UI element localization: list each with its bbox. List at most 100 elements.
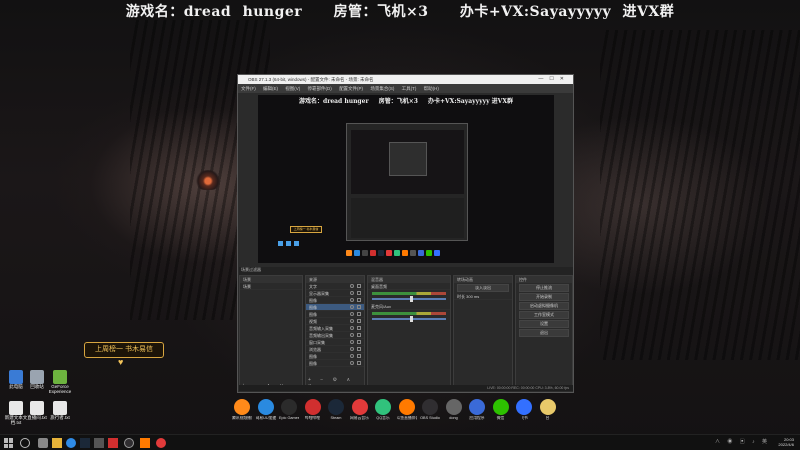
lock-icon[interactable] [357, 284, 361, 288]
visibility-eye-icon[interactable] [350, 340, 354, 344]
app-taskbar-icon[interactable] [140, 438, 150, 448]
app-shortcut[interactable]: 网易云音乐 [350, 399, 370, 421]
menu-help[interactable]: 帮助(H) [424, 86, 439, 91]
visibility-eye-icon[interactable] [350, 284, 354, 288]
headline-game: 游戏名：dread hunger [125, 4, 303, 20]
lock-icon[interactable] [357, 312, 361, 316]
lock-icon[interactable] [357, 319, 361, 323]
duration-value[interactable]: 300 ms [466, 294, 479, 299]
system-tray[interactable]: ∧ ◉ ▣ ♪ 英 [715, 438, 770, 445]
visibility-eye-icon[interactable] [350, 319, 354, 323]
lock-icon[interactable] [357, 361, 361, 365]
transition-type-select[interactable]: 淡入淡出 [457, 284, 509, 292]
source-item[interactable]: 图像 [306, 297, 364, 304]
menu-profile[interactable]: 配置文件(P) [339, 86, 363, 91]
app-shortcut[interactable]: Epic Games Launcher [279, 399, 299, 420]
app-shortcut[interactable]: 网易UU加速器 [256, 399, 276, 421]
visibility-eye-icon[interactable] [350, 305, 354, 309]
taskbar-clock[interactable]: 20:03 2022/4/6 [778, 437, 794, 447]
menu-view[interactable]: 视图(V) [285, 86, 300, 91]
visibility-eye-icon[interactable] [350, 347, 354, 351]
slider-handle[interactable] [410, 296, 413, 302]
duration-label: 时长 [457, 294, 465, 299]
lock-icon[interactable] [357, 354, 361, 358]
scene-item[interactable]: 场景 [240, 283, 302, 290]
desktop-icon-label: 回收站 [30, 384, 44, 389]
virtual-camera-button[interactable]: 启动虚拟摄像机 [519, 302, 569, 310]
desktop-icon-file[interactable]: 旅行者.txt [47, 401, 73, 421]
app-shortcut[interactable]: OBS Studio [420, 399, 440, 420]
source-item[interactable]: 文字 [306, 283, 364, 290]
app-shortcut[interactable]: 斗鱼直播伴侣 [397, 399, 417, 421]
maximize-icon[interactable]: ☐ [549, 76, 559, 82]
lock-icon[interactable] [357, 291, 361, 295]
lock-icon[interactable] [357, 340, 361, 344]
app-taskbar-icon[interactable] [94, 438, 104, 448]
source-item[interactable]: 显示器采集 [306, 290, 364, 297]
source-item[interactable]: 浏览器 [306, 346, 364, 353]
transition-duration[interactable]: 时长 300 ms [454, 293, 512, 300]
minimize-icon[interactable]: — [538, 76, 549, 82]
source-item[interactable]: 图像 [306, 304, 364, 311]
app-shortcut[interactable]: Steam [326, 399, 346, 420]
obs-taskbar-icon[interactable] [124, 438, 134, 448]
file-explorer-icon[interactable] [52, 438, 62, 448]
app-taskbar-icon[interactable] [156, 438, 166, 448]
obs-titlebar[interactable]: OBS 27.1.3 (64-bit, windows) - 配置文件: 未命名… [238, 75, 573, 84]
app-shortcut[interactable]: 微信 [491, 399, 511, 421]
source-item[interactable]: 图像 [306, 353, 364, 360]
app-shortcut[interactable]: 哔哩哔哩 [303, 399, 323, 421]
app-shortcut[interactable]: 飞书 [514, 399, 534, 421]
stop-streaming-button[interactable]: 停止推流 [519, 284, 569, 292]
menu-edit[interactable]: 编辑(E) [263, 86, 278, 91]
start-recording-button[interactable]: 开始录制 [519, 293, 569, 301]
app-shortcut[interactable]: 腾讯视频播放 [232, 399, 252, 421]
lock-icon[interactable] [357, 326, 361, 330]
visibility-eye-icon[interactable] [350, 354, 354, 358]
lock-icon[interactable] [357, 333, 361, 337]
close-icon[interactable]: ✕ [560, 76, 570, 82]
visibility-eye-icon[interactable] [350, 312, 354, 316]
app-shortcut[interactable]: QQ音乐 [373, 399, 393, 421]
task-view-icon[interactable] [38, 438, 48, 448]
source-item[interactable]: 音频输出采集 [306, 332, 364, 339]
visibility-eye-icon[interactable] [350, 361, 354, 365]
source-item[interactable]: 视频 [306, 318, 364, 325]
lock-icon[interactable] [357, 298, 361, 302]
app-shortcut[interactable]: 应用程序 [467, 399, 487, 421]
source-item[interactable]: 图像 [306, 360, 364, 367]
visibility-eye-icon[interactable] [350, 333, 354, 337]
obs-preview[interactable]: 游戏名：dread hunger 房管：飞机×3 办卡+VX:Sayayyyyy… [258, 95, 554, 263]
visibility-eye-icon[interactable] [350, 326, 354, 330]
menu-file[interactable]: 文件(F) [241, 86, 256, 91]
app-taskbar-icon[interactable] [108, 438, 118, 448]
steam-taskbar-icon[interactable] [80, 438, 90, 448]
windows-start-icon[interactable] [4, 438, 14, 448]
visibility-eye-icon[interactable] [350, 298, 354, 302]
menu-docks[interactable]: 停靠部件(D) [308, 86, 332, 91]
menu-tools[interactable]: 工具(T) [402, 86, 417, 91]
lock-icon[interactable] [357, 347, 361, 351]
source-item[interactable]: 窗口采集 [306, 339, 364, 346]
window-controls[interactable]: —☐✕ [538, 75, 570, 84]
volume-slider[interactable] [372, 316, 446, 322]
app-shortcut[interactable]: dong [444, 399, 464, 420]
slider-handle[interactable] [410, 316, 413, 322]
exit-button[interactable]: 退出 [519, 329, 569, 337]
obs-window[interactable]: OBS 27.1.3 (64-bit, windows) - 配置文件: 未命名… [237, 74, 574, 393]
transitions-dock: 转场动画 淡入淡出 时长 300 ms [453, 275, 513, 391]
source-item[interactable]: 图像 [306, 311, 364, 318]
app-shortcut[interactable]: 台 [538, 399, 558, 421]
visibility-eye-icon[interactable] [350, 291, 354, 295]
volume-slider[interactable] [372, 296, 446, 302]
studio-mode-button[interactable]: 工作室模式 [519, 311, 569, 319]
preview-headline-admin: 房管：飞机×3 [378, 98, 418, 105]
menu-scene-collection[interactable]: 场景集合(S) [370, 86, 394, 91]
search-icon[interactable] [20, 438, 30, 448]
lock-icon[interactable] [357, 305, 361, 309]
edge-icon[interactable] [66, 438, 76, 448]
settings-button[interactable]: 设置 [519, 320, 569, 328]
nested-obs-window [346, 123, 468, 241]
source-item[interactable]: 音频输入采集 [306, 325, 364, 332]
desktop-icon-geforce[interactable]: GeForce Experience [47, 370, 73, 395]
